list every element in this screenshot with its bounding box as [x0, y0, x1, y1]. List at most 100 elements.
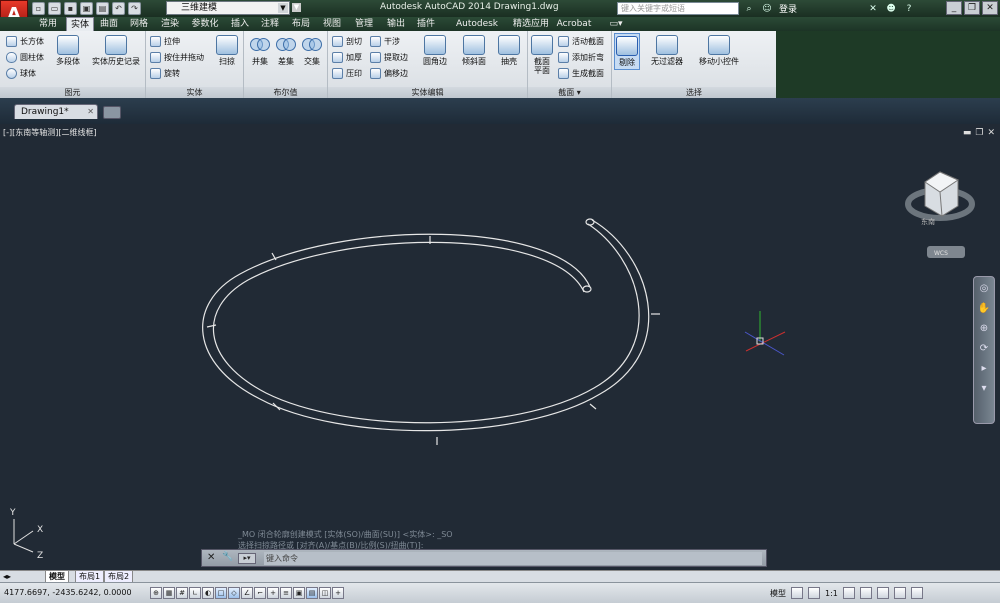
drawing-canvas[interactable]: 东南 WCS Y X Z: [0, 124, 1000, 570]
new-tab-button[interactable]: [103, 106, 121, 119]
otrack-icon[interactable]: ∠: [241, 587, 253, 599]
live-section-button[interactable]: 活动截面: [558, 36, 604, 47]
annotation-scale[interactable]: 1:1: [825, 589, 838, 598]
command-input[interactable]: 键入命令: [264, 552, 762, 565]
interfere-button[interactable]: 干涉: [370, 36, 400, 47]
saveas-icon[interactable]: ▣: [80, 2, 93, 15]
tab-acrobat[interactable]: Acrobat: [556, 17, 592, 31]
polysolid-button[interactable]: 多段体: [54, 35, 82, 66]
workspace-select[interactable]: 三维建模 ▼: [166, 1, 290, 15]
imprint-button[interactable]: 压印: [332, 68, 362, 79]
restore-button[interactable]: ❐: [964, 1, 980, 15]
hardware-acceleration-icon[interactable]: [876, 587, 889, 599]
extrude-button[interactable]: 拉伸: [150, 36, 180, 47]
open-icon[interactable]: ▭: [48, 2, 61, 15]
tab-manage[interactable]: 管理: [352, 17, 376, 31]
shell-button[interactable]: 抽壳: [496, 35, 522, 66]
taper-faces-button[interactable]: 倾斜面: [459, 35, 489, 66]
ducs-icon[interactable]: ⌐: [254, 587, 266, 599]
presspull-button[interactable]: 按住并拖动: [150, 52, 204, 63]
tab-output[interactable]: 输出: [384, 17, 408, 31]
navbar-menu-icon[interactable]: ▾: [977, 383, 991, 397]
user-icon[interactable]: ☺: [761, 3, 773, 15]
cylinder-button[interactable]: 圆柱体: [6, 52, 44, 63]
panel-title-section[interactable]: 截面 ▾: [528, 87, 611, 98]
tab-featured-apps[interactable]: 精选应用: [510, 17, 552, 31]
polar-icon[interactable]: ◐: [202, 587, 214, 599]
login-link[interactable]: 登录: [779, 2, 797, 15]
redo-icon[interactable]: ↷: [128, 2, 141, 15]
generate-section-button[interactable]: 生成截面: [558, 68, 604, 79]
wrench-icon[interactable]: 🔧: [222, 552, 233, 562]
subtract-button[interactable]: 差集: [274, 35, 298, 66]
zoom-icon[interactable]: ⊕: [977, 323, 991, 337]
add-jog-button[interactable]: 添加折弯: [558, 52, 604, 63]
ribbon-toggle-icon[interactable]: ▭▾: [606, 17, 626, 31]
lineweight-icon[interactable]: ≡: [280, 587, 292, 599]
tab-mesh[interactable]: 网格: [127, 17, 151, 31]
close-icon[interactable]: ✕: [207, 552, 215, 563]
search-icon[interactable]: ⌕: [743, 3, 755, 15]
quick-view-layouts-icon[interactable]: [791, 587, 803, 599]
culling-button[interactable]: 剔除: [614, 33, 640, 70]
tab-view[interactable]: 视图: [320, 17, 344, 31]
coordinate-readout[interactable]: 4177.6697, -2435.6242, 0.0000: [4, 588, 132, 597]
thicken-button[interactable]: 加厚: [332, 52, 362, 63]
slice-button[interactable]: 剖切: [332, 36, 362, 47]
ortho-icon[interactable]: ∟: [189, 587, 201, 599]
revolve-button[interactable]: 旋转: [150, 68, 180, 79]
box-button[interactable]: 长方体: [6, 36, 44, 47]
fillet-edge-button[interactable]: 圆角边: [420, 35, 450, 66]
isolate-objects-icon[interactable]: [893, 587, 906, 599]
chevron-down-icon[interactable]: ▼: [292, 3, 301, 12]
pan-icon[interactable]: ✋: [977, 303, 991, 317]
quick-properties-icon[interactable]: ▤: [306, 587, 318, 599]
lock-icon[interactable]: [859, 587, 872, 599]
tab-home[interactable]: 常用: [36, 17, 60, 31]
section-plane-button[interactable]: 截面平面: [530, 35, 554, 75]
model-space-label[interactable]: 模型: [770, 588, 786, 599]
tab-parametric[interactable]: 参数化: [189, 17, 221, 31]
tab-surface[interactable]: 曲面: [97, 17, 121, 31]
minimize-button[interactable]: _: [946, 1, 962, 15]
showmotion-icon[interactable]: ▸: [977, 363, 991, 377]
extract-edges-button[interactable]: 提取边: [370, 52, 408, 63]
search-input[interactable]: 键入关键字或短语: [617, 2, 739, 15]
dyn-icon[interactable]: +: [267, 587, 279, 599]
new-icon[interactable]: ▫: [32, 2, 45, 15]
infer-constraints-icon[interactable]: ⊕: [150, 587, 162, 599]
tab-layout[interactable]: 布局: [289, 17, 313, 31]
annotation-monitor-icon[interactable]: +: [332, 587, 344, 599]
command-prompt-icon[interactable]: ▸▾: [238, 553, 256, 564]
sphere-button[interactable]: 球体: [6, 68, 36, 79]
intersect-button[interactable]: 交集: [300, 35, 324, 66]
sweep-button[interactable]: 扫掠: [214, 35, 240, 66]
union-button[interactable]: 并集: [248, 35, 272, 66]
help-icon[interactable]: ?: [903, 3, 915, 15]
grid-icon[interactable]: #: [176, 587, 188, 599]
tab-annotate[interactable]: 注释: [258, 17, 282, 31]
save-icon[interactable]: ▪: [64, 2, 77, 15]
workspace-switch-icon[interactable]: [842, 587, 855, 599]
document-tab[interactable]: Drawing1* ✕: [14, 104, 98, 119]
osnap-icon[interactable]: □: [215, 587, 227, 599]
move-gizmo-button[interactable]: 移动小控件: [694, 35, 744, 66]
undo-icon[interactable]: ↶: [112, 2, 125, 15]
tab-insert[interactable]: 插入: [228, 17, 252, 31]
tab-solid[interactable]: 实体: [66, 17, 94, 31]
tab-render[interactable]: 渲染: [158, 17, 182, 31]
transparency-icon[interactable]: ▣: [293, 587, 305, 599]
layout-nav-icon[interactable]: ◂▸: [3, 571, 11, 582]
snap-icon[interactable]: ▦: [163, 587, 175, 599]
close-button[interactable]: ✕: [982, 1, 998, 15]
solid-history-button[interactable]: 实体历史记录: [88, 35, 144, 66]
user-icon[interactable]: ☻: [885, 3, 897, 15]
clean-screen-icon[interactable]: [910, 587, 923, 599]
print-icon[interactable]: ▤: [96, 2, 109, 15]
drawing-viewport[interactable]: [-][东南等轴测][二维线框] ▬ ❐ ✕ 东南 WCS Y X Z ◎ ✋ …: [0, 124, 1000, 570]
close-icon[interactable]: ✕: [87, 105, 94, 119]
3d-osnap-icon[interactable]: ◇: [228, 587, 240, 599]
orbit-icon[interactable]: ⟳: [977, 343, 991, 357]
no-filter-button[interactable]: 无过滤器: [646, 35, 688, 66]
exchange-icon[interactable]: ✕: [867, 3, 879, 15]
